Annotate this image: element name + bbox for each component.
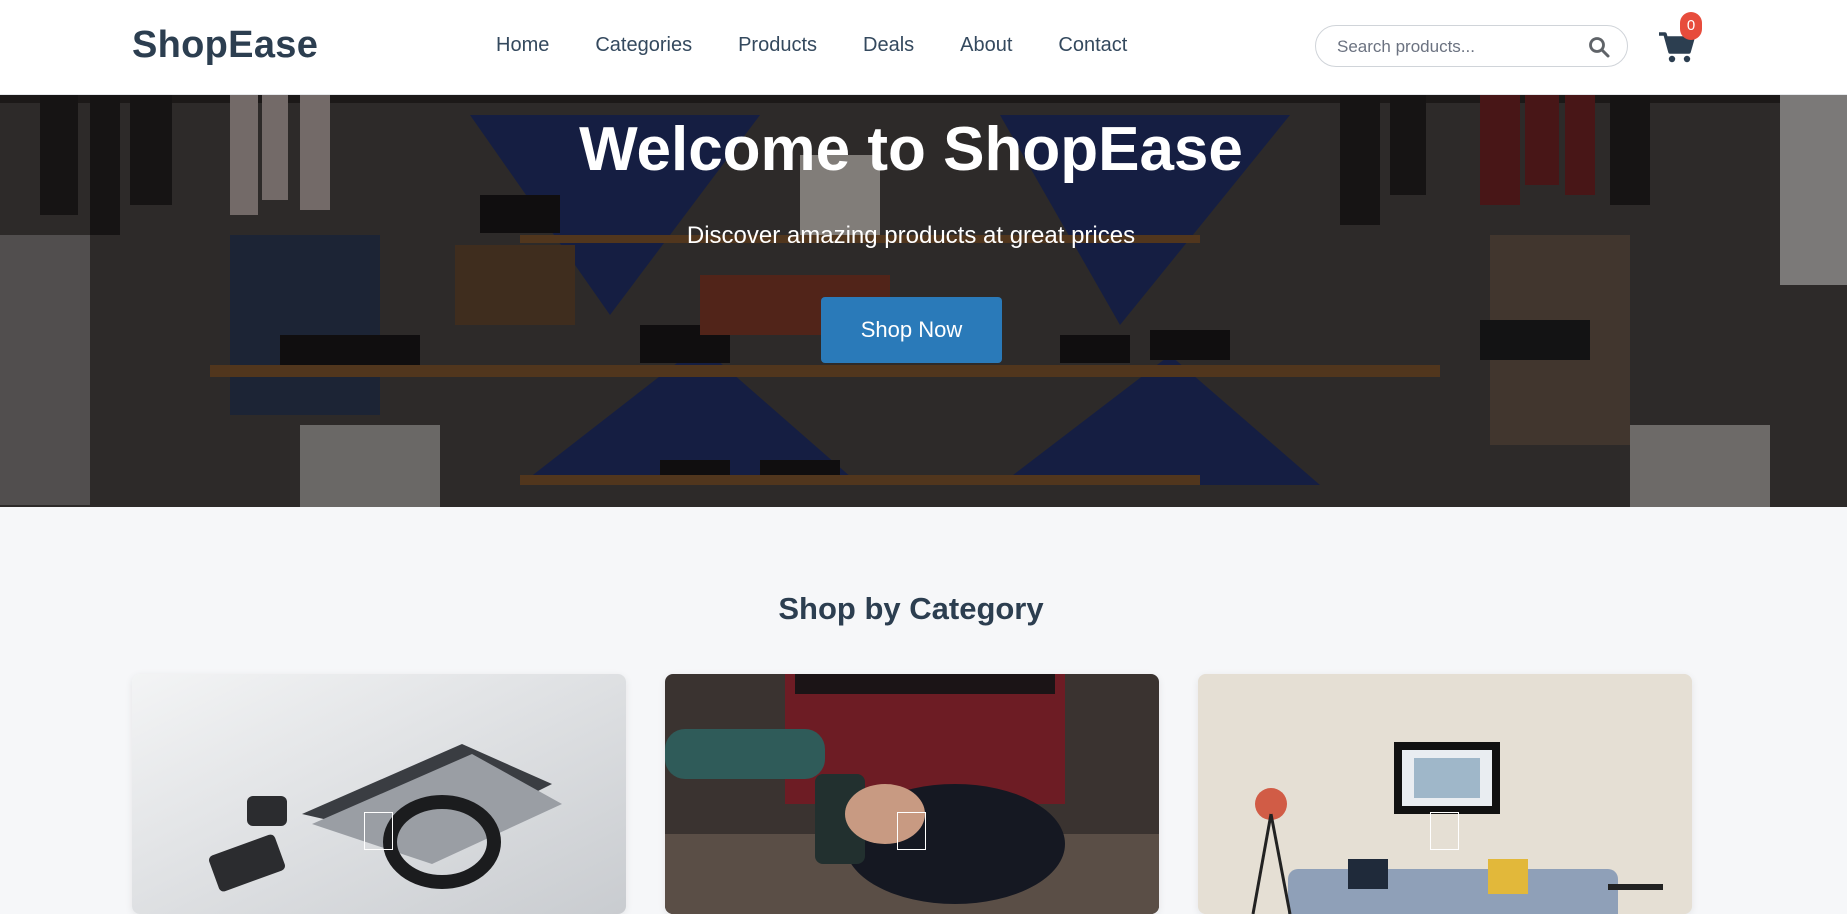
- site-header: ShopEase Home Categories Products Deals …: [0, 0, 1847, 95]
- home-decor-photo: [1198, 674, 1692, 914]
- nav-home[interactable]: Home: [496, 34, 549, 57]
- hero-subtitle: Discover amazing products at great price…: [686, 222, 1136, 249]
- search-icon[interactable]: [1587, 35, 1611, 59]
- electronics-photo: [132, 674, 626, 914]
- category-icon: [897, 812, 926, 850]
- category-card-home[interactable]: [1198, 674, 1692, 914]
- hero-banner: Welcome to ShopEase Discover amazing pro…: [0, 95, 1847, 507]
- hero-title: Welcome to ShopEase: [579, 115, 1243, 184]
- shop-now-button[interactable]: Shop Now: [821, 297, 1002, 363]
- nav-contact[interactable]: Contact: [1058, 34, 1127, 57]
- section-title: Shop by Category: [778, 591, 1044, 626]
- outdoor-photo: [665, 674, 1159, 914]
- category-icon: [364, 812, 393, 850]
- category-card-outdoor[interactable]: [665, 674, 1159, 914]
- logo[interactable]: ShopEase: [132, 24, 318, 67]
- nav-products[interactable]: Products: [738, 34, 817, 57]
- search-input[interactable]: [1337, 35, 1577, 59]
- main-nav: Home Categories Products Deals About Con…: [496, 34, 1127, 57]
- nav-categories[interactable]: Categories: [595, 34, 692, 57]
- category-card-electronics[interactable]: [132, 674, 626, 914]
- cart-count-badge: 0: [1680, 12, 1702, 40]
- search-box: [1315, 25, 1628, 67]
- category-icon: [1430, 812, 1459, 850]
- nav-about[interactable]: About: [960, 34, 1012, 57]
- nav-deals[interactable]: Deals: [863, 34, 914, 57]
